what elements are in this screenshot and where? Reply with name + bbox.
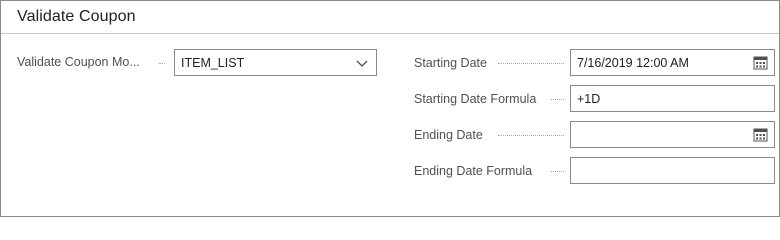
validate-coupon-mode-label: Validate Coupon Mo... — [17, 55, 140, 69]
ending-date-field[interactable] — [570, 121, 775, 148]
chevron-down-icon — [356, 60, 368, 67]
starting-date-label: Starting Date — [414, 56, 487, 70]
label-leader-dots — [159, 63, 165, 64]
validate-coupon-mode-value: ITEM_LIST — [181, 56, 245, 70]
starting-date-formula-label: Starting Date Formula — [414, 92, 537, 106]
label-leader-dots — [551, 171, 564, 172]
label-leader-dots — [551, 99, 564, 100]
starting-date-field[interactable]: 7/16/2019 12:00 AM — [570, 49, 775, 76]
validate-coupon-mode-select[interactable]: ITEM_LIST — [174, 49, 377, 76]
starting-date-value: 7/16/2019 12:00 AM — [577, 56, 689, 70]
label-leader-dots — [498, 135, 564, 136]
label-leader-dots — [498, 63, 564, 64]
title-divider — [1, 33, 779, 34]
starting-date-formula-value: +1D — [577, 92, 601, 106]
ending-date-label: Ending Date — [414, 128, 483, 142]
validate-coupon-card: Validate Coupon Validate Coupon Mo... IT… — [0, 0, 780, 217]
section-title: Validate Coupon — [17, 8, 136, 25]
starting-date-formula-field[interactable]: +1D — [570, 85, 775, 112]
calendar-icon[interactable] — [753, 127, 768, 142]
ending-date-formula-label: Ending Date Formula — [414, 164, 533, 178]
ending-date-formula-field[interactable] — [570, 157, 775, 184]
calendar-icon[interactable] — [753, 55, 768, 70]
